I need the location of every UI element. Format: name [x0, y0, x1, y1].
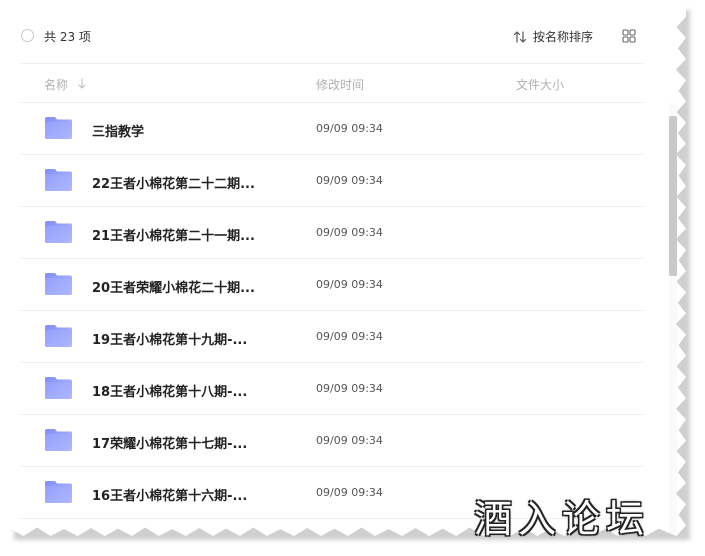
folder-icon — [45, 429, 72, 451]
select-all-checkbox[interactable] — [21, 29, 34, 42]
folder-icon — [45, 481, 72, 503]
toolbar-divider — [20, 63, 644, 64]
sort-arrows-icon — [513, 30, 527, 43]
folder-icon — [45, 117, 72, 139]
file-name: 18王者小棉花第十八期-... — [92, 385, 248, 400]
sort-by-name-button[interactable]: 按名称排序 — [513, 28, 593, 45]
file-modified-time: 09/09 09:34 — [316, 174, 383, 187]
file-name: 21王者小棉花第二十一期... — [92, 229, 255, 244]
file-row[interactable]: 22王者小棉花第二十二期... 09/09 09:34 — [20, 155, 644, 207]
file-row[interactable]: 17荣耀小棉花第十七期-... 09/09 09:34 — [20, 415, 644, 467]
file-modified-time: 09/09 09:34 — [316, 486, 383, 499]
file-name: 16王者小棉花第十六期-... — [92, 489, 248, 504]
column-header-size[interactable]: 文件大小 — [516, 76, 564, 93]
file-row[interactable]: 三指教学 09/09 09:34 — [20, 103, 644, 155]
column-header-name[interactable]: 名称 — [44, 76, 68, 93]
folder-icon — [45, 325, 72, 347]
watermark-text: 酒入论坛 — [474, 497, 651, 541]
folder-icon — [45, 377, 72, 399]
item-count-label: 共 23 项 — [44, 30, 91, 44]
grid-view-icon[interactable] — [622, 29, 636, 43]
file-modified-time: 09/09 09:34 — [316, 226, 383, 239]
file-list: 三指教学 09/09 09:34 22王者小棉花第二十二期... 09/09 0… — [20, 103, 670, 519]
file-name: 20王者荣耀小棉花二十期... — [92, 281, 255, 296]
file-name: 17荣耀小棉花第十七期-... — [92, 437, 248, 452]
file-manager-panel: 共 23 项 按名称排序 名称 修改时间 文件大小 三指教学 09/09 09:… — [10, 6, 686, 536]
screenshot-canvas: 共 23 项 按名称排序 名称 修改时间 文件大小 三指教学 09/09 09:… — [0, 0, 705, 556]
file-modified-time: 09/09 09:34 — [316, 434, 383, 447]
file-modified-time: 09/09 09:34 — [316, 278, 383, 291]
file-modified-time: 09/09 09:34 — [316, 382, 383, 395]
toolbar: 共 23 项 按名称排序 — [10, 6, 686, 64]
sort-down-arrow-icon — [78, 78, 86, 89]
file-name: 22王者小棉花第二十二期... — [92, 177, 255, 192]
folder-icon — [45, 221, 72, 243]
column-header-modified[interactable]: 修改时间 — [316, 76, 364, 93]
folder-icon — [45, 273, 72, 295]
file-row[interactable]: 18王者小棉花第十八期-... 09/09 09:34 — [20, 363, 644, 415]
file-name: 19王者小棉花第十九期-... — [92, 333, 248, 348]
file-name: 三指教学 — [92, 125, 145, 140]
scrollbar-thumb[interactable] — [669, 116, 677, 276]
folder-icon — [45, 169, 72, 191]
file-modified-time: 09/09 09:34 — [316, 122, 383, 135]
sort-label: 按名称排序 — [533, 30, 594, 44]
file-row[interactable]: 21王者小棉花第二十一期... 09/09 09:34 — [20, 207, 644, 259]
file-modified-time: 09/09 09:34 — [316, 330, 383, 343]
file-row[interactable]: 19王者小棉花第十九期-... 09/09 09:34 — [20, 311, 644, 363]
file-row[interactable]: 20王者荣耀小棉花二十期... 09/09 09:34 — [20, 259, 644, 311]
